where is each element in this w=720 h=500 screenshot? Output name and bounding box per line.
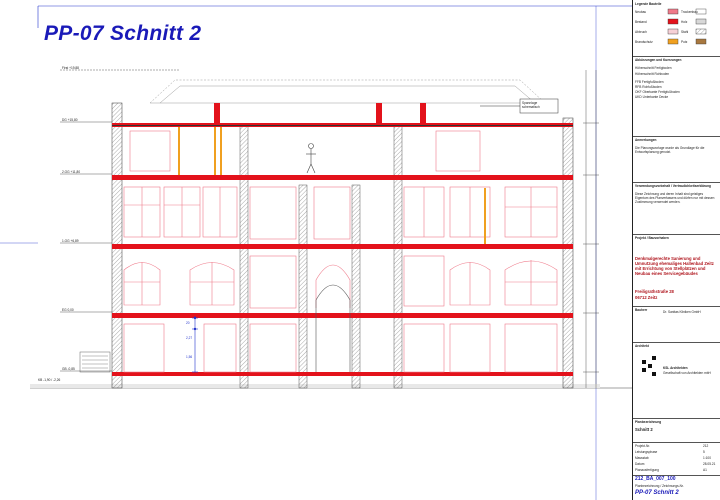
row-label: Datum (635, 462, 645, 466)
planinfo-heading: Planbezeichnung (635, 420, 662, 424)
legend-item: Neubau (635, 10, 647, 14)
drawing-sheet: PP-07 Schnitt 2 Spannlage schematisch Fi… (0, 0, 720, 500)
openings-eg (123, 323, 558, 373)
annotation-spannanlage: Spannlage schematisch (522, 101, 540, 109)
footer-title: PP-07 Schnitt 2 (635, 490, 679, 496)
dim-2: 2,27 (186, 336, 193, 340)
floor-slabs (112, 123, 573, 376)
level-2og: 2.OG +11,80 (62, 170, 81, 174)
client-heading: Bauherr (635, 308, 648, 312)
legend-item: Stahl (681, 30, 689, 34)
person-figure (306, 143, 316, 174)
windows-3og (123, 186, 558, 240)
address-line2: 06712 Zeitz (635, 295, 658, 300)
architect-text: Gesellschaft von Architekten mbH (663, 371, 711, 375)
row-label: Planausfertigung (635, 468, 659, 472)
notes2-heading: Verwendungsvorbehalt / Vertraulichkeitse… (635, 184, 711, 188)
dg-columns (178, 127, 486, 244)
address-line1: Freiligrathstraße 28 (635, 289, 674, 294)
planinfo-value: Schnitt 2 (635, 427, 653, 432)
abbrev-line: RFB Rohfußboden (635, 85, 662, 89)
legend-item: Trockenbau (681, 10, 698, 14)
row-value: 28.05.21 (703, 462, 716, 466)
section-drawing (0, 5, 707, 500)
notes-heading: Anmerkungen (635, 138, 657, 142)
project-text: Denkmalgerechte Sanierung und Umnutzung … (635, 256, 714, 276)
dim-3: 1,56 (186, 355, 193, 359)
abbrev-line: FFB Fertigfußboden (635, 80, 664, 84)
roof-outline (149, 79, 546, 104)
abbrev-heading: Abkürzungen und Kuerzungen (635, 58, 682, 62)
plan-number-label: Planbezeichnung / Zeichnungs-Nr. (635, 484, 684, 488)
level-1og: 1.OG +6,89 (62, 239, 79, 243)
abbrev-line: OKF Oberkante Fertigfußboden (635, 90, 680, 94)
row-value: 1:100 (703, 456, 711, 460)
legend-item: Putz (681, 40, 688, 44)
notes-text: Die Planungsvorlage wurde als Grundlage … (635, 146, 705, 154)
architect-heading: Architekt (635, 344, 649, 348)
legend-item: Bestand (635, 20, 647, 24)
windows-2og (123, 255, 558, 309)
row-value: 212 (703, 444, 709, 448)
level-first: First +19,88 (62, 66, 79, 70)
right-dims (583, 70, 599, 388)
legend-item: Holz (681, 20, 688, 24)
legend-item: Abbruch (635, 30, 647, 34)
dim-chain (192, 316, 198, 373)
row-label: Massstab (635, 456, 649, 460)
level-kb: KB -1,90 / -2,26 (38, 378, 61, 382)
client-text: Dr. Sanitas Kliniken GmbH (663, 310, 701, 314)
abbrev-line: UKD Unterkante Decke (635, 95, 669, 99)
legend-heading: Legende Bauteile (635, 2, 662, 6)
abbrev-line: Höhenschnitt Rohboden (635, 72, 670, 76)
legend-item: Brandschutz (635, 40, 653, 44)
level-eg: EG 0,00 (62, 308, 74, 312)
level-gb: GB -0,85 (62, 367, 75, 371)
row-value: 5 (703, 450, 705, 454)
project-heading: Projekt / Bauvorhaben (635, 236, 669, 240)
abbrev-line: Höhenschnitt Fertigboden (635, 66, 672, 70)
level-dg: DG +15,80 (62, 118, 78, 122)
wall-right (562, 117, 574, 389)
title-block: Legende Bauteile Neubau Bestand Abbruch … (632, 0, 720, 500)
dim-1: 20 (186, 321, 190, 325)
plan-number: 212_BA_007_100 (635, 476, 676, 482)
row-label: Leistungsphase (635, 450, 658, 454)
row-label: Projekt-Nr. (635, 444, 651, 448)
notes2-text: Diese Zeichnung und deren Inhalt sind ge… (635, 192, 715, 204)
row-value: A1 (703, 468, 707, 472)
architect-name: KSL Architekten (663, 366, 688, 370)
